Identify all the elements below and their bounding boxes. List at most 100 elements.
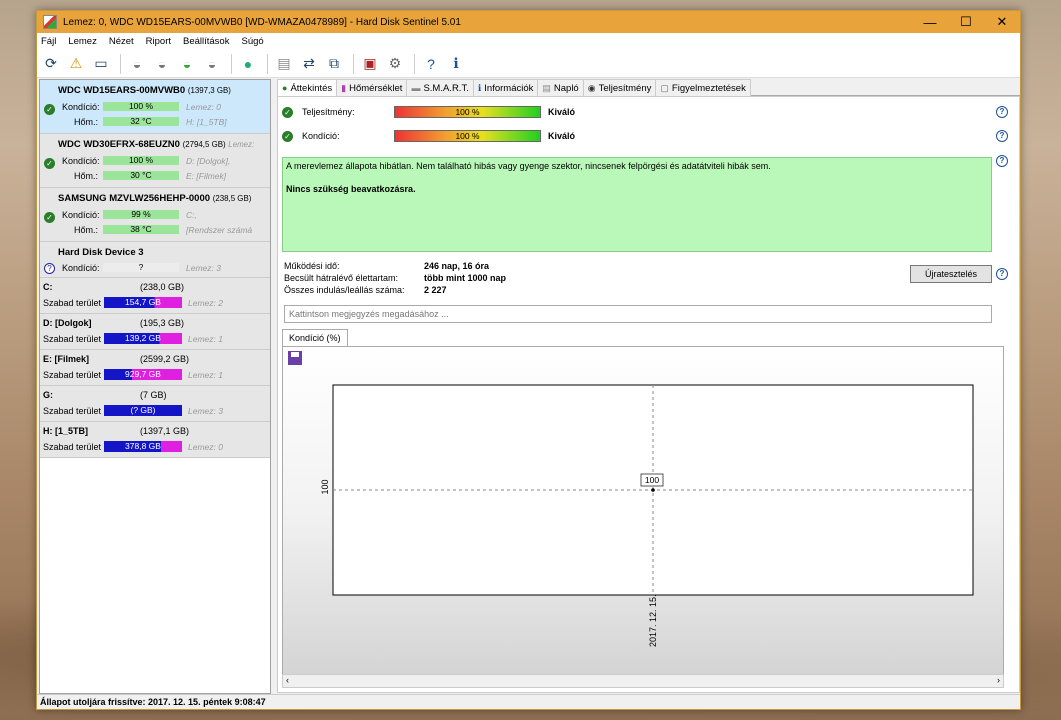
- performance-bar: 100 %: [394, 106, 541, 118]
- temp-label: Hőm.:: [74, 225, 99, 235]
- temp-bar: 38 °C: [103, 225, 179, 234]
- disk-size: (2794,5 GB): [182, 140, 226, 149]
- sync-icon[interactable]: ⇄: [298, 53, 320, 75]
- tab-log[interactable]: ▤ Napló: [537, 79, 584, 96]
- warning-icon[interactable]: ⚠: [65, 53, 87, 75]
- menu-report[interactable]: Riport: [146, 36, 171, 47]
- config-icon[interactable]: ⚙: [384, 53, 406, 75]
- tab-smart[interactable]: ▬ S.M.A.R.T.: [406, 79, 474, 96]
- partition-item[interactable]: G: (7 GB) Szabad terület (? GB) Lemez: 3: [40, 386, 270, 422]
- disk-item[interactable]: WDC WD30EFRX-68EUZN0 (2794,5 GB) Lemez: …: [40, 134, 270, 188]
- tab-condition-chart[interactable]: Kondíció (%): [282, 329, 348, 346]
- partition-name: D: [Dolgok]: [43, 318, 92, 328]
- report-icon[interactable]: ▣: [359, 53, 381, 75]
- free-space-bar: 929,7 GB: [104, 369, 182, 380]
- free-space-label: Szabad terület: [43, 406, 102, 416]
- partition-item[interactable]: H: [1_5TB] (1397,1 GB) Szabad terület 37…: [40, 422, 270, 458]
- help-icon[interactable]: ?: [996, 155, 1008, 167]
- partition-size: (7 GB): [140, 390, 167, 400]
- disk-partitions: E: [Filmek]: [186, 171, 227, 181]
- tab-alerts[interactable]: ▢ Figyelmeztetések: [655, 79, 751, 96]
- close-button[interactable]: ✕: [984, 11, 1020, 33]
- question-icon: ?: [44, 263, 55, 274]
- temp-bar: 32 °C: [103, 117, 179, 126]
- partition-item[interactable]: C: (238,0 GB) Szabad terület 154,7 GB Le…: [40, 278, 270, 314]
- check-icon: ✓: [44, 212, 55, 223]
- check-icon: ✓: [44, 104, 55, 115]
- menu-file[interactable]: Fájl: [41, 36, 56, 47]
- disk-note: Lemez:: [228, 140, 255, 149]
- scroll-right-icon[interactable]: ›: [997, 675, 1000, 685]
- disk-options-icon[interactable]: ◒: [151, 53, 173, 75]
- condition-bar: 100 %: [103, 156, 179, 165]
- partition-disk-note: Lemez: 1: [188, 370, 223, 380]
- partition-name: E: [Filmek]: [43, 354, 90, 364]
- disk-note: Lemez: 3: [186, 263, 221, 273]
- disk-partitions: C:,: [186, 210, 197, 220]
- lifetime-label: Becsült hátralévő élettartam:: [284, 273, 399, 283]
- check-icon: ✓: [44, 158, 55, 169]
- scroll-left-icon[interactable]: ‹: [286, 675, 289, 685]
- status-message-box: A merevlemez állapota hibátlan. Nem talá…: [282, 157, 992, 252]
- free-space-label: Szabad terület: [43, 298, 102, 308]
- free-space-label: Szabad terület: [43, 334, 102, 344]
- help-icon[interactable]: ?: [996, 130, 1008, 142]
- chip-icon: ▬: [411, 83, 421, 93]
- condition-chart: 100 100 2017. 12. 15.: [282, 346, 1004, 676]
- help-icon[interactable]: ?: [996, 268, 1008, 280]
- thermometer-icon: ▮: [341, 82, 347, 93]
- info-icon[interactable]: ℹ: [445, 53, 467, 75]
- menu-disk[interactable]: Lemez: [68, 36, 97, 47]
- partition-size: (2599,2 GB): [140, 354, 190, 364]
- tab-info[interactable]: ℹ Információk: [472, 79, 539, 96]
- condition-rating: Kiváló: [548, 131, 576, 141]
- toolbar-separator: [414, 53, 415, 74]
- log-icon: ▤: [542, 82, 551, 93]
- app-window: Lemez: 0, WDC WD15EARS-00MVWB0 [WD-WMAZA…: [36, 10, 1021, 710]
- toolbar: ⟳ ⚠ ▭ ◒ ◒ ◒ ◒ ● ▤ ⇄ ⧉ ▣ ⚙ ? ℹ: [37, 50, 1020, 78]
- condition-bar: 100 %: [394, 130, 541, 142]
- horizontal-scrollbar[interactable]: ‹ ›: [282, 674, 1004, 688]
- refresh-icon[interactable]: ⟳: [40, 53, 62, 75]
- disk-item[interactable]: Hard Disk Device 3 ? Kondíció: ? Lemez: …: [40, 242, 270, 278]
- globe-icon[interactable]: ●: [237, 53, 259, 75]
- partition-name: C:: [43, 282, 53, 292]
- menu-settings[interactable]: Beállítások: [183, 36, 229, 47]
- tab-overview[interactable]: ● Áttekintés: [277, 79, 338, 96]
- condition-bar: 99 %: [103, 210, 179, 219]
- disk-check-icon[interactable]: ◒: [176, 53, 198, 75]
- help-icon[interactable]: ?: [420, 53, 442, 75]
- tab-performance[interactable]: ◉ Teljesítmény: [582, 79, 657, 96]
- menu-view[interactable]: Nézet: [109, 36, 134, 47]
- disk-item[interactable]: WDC WD15EARS-00MVWB0 (1397,3 GB) ✓ Kondí…: [40, 80, 270, 134]
- temp-label: Hőm.:: [74, 117, 99, 127]
- network-icon[interactable]: ⧉: [323, 53, 345, 75]
- minimize-button[interactable]: —: [912, 11, 948, 33]
- uptime-label: Működési idő:: [284, 261, 340, 271]
- partition-item[interactable]: D: [Dolgok] (195,3 GB) Szabad terület 13…: [40, 314, 270, 350]
- document-icon[interactable]: ▤: [273, 53, 295, 75]
- note-input[interactable]: Kattintson megjegyzés megadásához ...: [284, 305, 992, 323]
- alerts-icon: ▢: [660, 82, 669, 93]
- partition-item[interactable]: E: [Filmek] (2599,2 GB) Szabad terület 9…: [40, 350, 270, 386]
- disk-item[interactable]: SAMSUNG MZVLW256HEHP-0000 (238,5 GB) ✓ K…: [40, 188, 270, 242]
- disk-name: WDC WD30EFRX-68EUZN0: [58, 139, 180, 150]
- disk-icon[interactable]: ◒: [126, 53, 148, 75]
- status-bar: Állapot utoljára frissítve: 2017. 12. 15…: [37, 694, 1020, 709]
- help-icon[interactable]: ?: [996, 106, 1008, 118]
- status-message: A merevlemez állapota hibátlan. Nem talá…: [286, 161, 771, 171]
- x-tick-label: 2017. 12. 15.: [648, 594, 658, 647]
- monitor-icon[interactable]: ▭: [90, 53, 112, 75]
- check-icon: ●: [282, 83, 288, 93]
- toolbar-separator: [231, 53, 232, 74]
- maximize-button[interactable]: ☐: [948, 11, 984, 33]
- disk-settings-icon[interactable]: ◒: [201, 53, 223, 75]
- status-recommendation: Nincs szükség beavatkozásra.: [286, 184, 416, 194]
- retest-button[interactable]: Újratesztelés: [910, 265, 992, 283]
- partition-size: (238,0 GB): [140, 282, 185, 292]
- app-icon: [43, 15, 57, 29]
- window-title: Lemez: 0, WDC WD15EARS-00MVWB0 [WD-WMAZA…: [63, 16, 461, 28]
- partition-name: H: [1_5TB]: [43, 426, 89, 436]
- menu-help[interactable]: Súgó: [241, 36, 263, 47]
- tab-temperature[interactable]: ▮ Hőmérséklet: [336, 79, 408, 96]
